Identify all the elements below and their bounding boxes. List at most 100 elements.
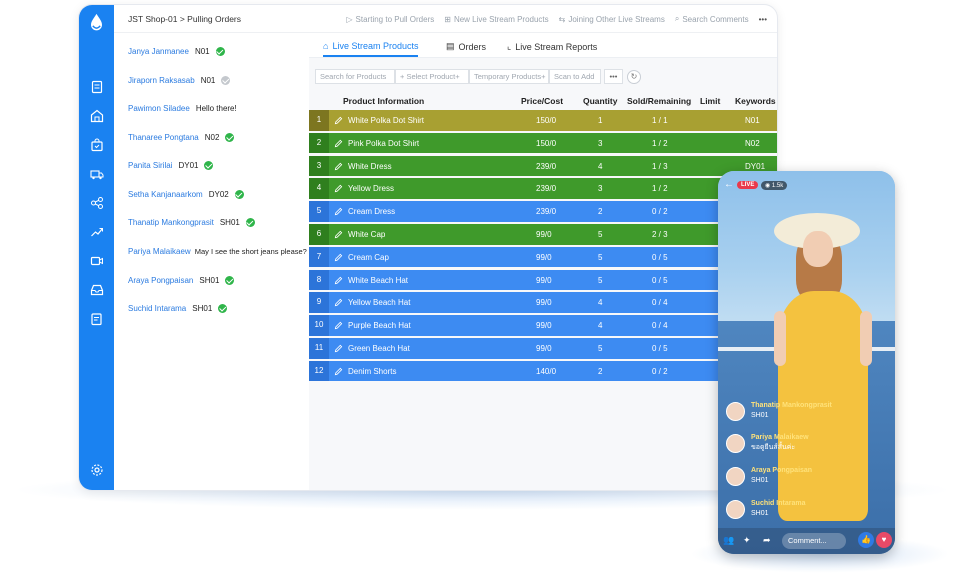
commenter-name: Janya Janmanee [128,47,189,56]
edit-note-icon[interactable] [88,312,105,329]
table-row[interactable]: 1 White Polka Dot Shirt 150/0 1 1 / 1 N01 [309,110,777,131]
refresh-icon[interactable]: ↻ [627,70,641,84]
list-item[interactable]: Suchid Intarama SH01 [128,304,228,313]
price-cost: 99/0 [536,344,552,353]
edit-pen-icon[interactable] [334,139,343,150]
edit-pen-icon[interactable] [334,116,343,127]
sparkle-icon[interactable]: ✦ [743,535,751,546]
product-name: White Dress [348,161,392,171]
comment-text: N01 [200,76,216,85]
row-number: 10 [309,315,329,336]
search-comments-button[interactable]: ⌕ Search Comments [675,14,749,24]
price-cost: 150/0 [536,116,557,125]
edit-pen-icon[interactable] [334,344,343,355]
temporary-products-button[interactable]: Temporary Products+ [469,69,549,84]
share-arrow-icon[interactable]: ➦ [763,535,771,546]
document-icon[interactable] [88,80,105,97]
edit-pen-icon[interactable] [334,207,343,218]
table-row[interactable]: 12 Denim Shorts 140/0 2 0 / 2 [309,360,777,382]
thumbs-up-icon[interactable]: 👍 [858,532,874,548]
table-row[interactable]: 6 White Cap 99/0 5 2 / 3 [309,224,777,245]
avatar [726,433,745,453]
product-name: Cream Cap [348,252,389,262]
edit-pen-icon[interactable] [334,367,343,378]
edit-pen-icon[interactable] [334,253,343,264]
phone-bottom-bar: 👥 ✦ ➦ Comment... 👍 ♥ [718,528,895,554]
comment-list: Janya Janmanee N01 Jiraporn Raksasab N01 P… [114,33,309,490]
trend-icon[interactable] [88,225,105,242]
table-row[interactable]: 9 Yellow Beach Hat 99/0 4 0 / 4 [309,292,777,313]
edit-pen-icon[interactable] [334,230,343,241]
table-row[interactable]: 2 Pink Polka Dot Shirt 150/0 3 1 / 2 N02 [309,132,777,154]
model-arm [860,311,872,366]
col-limit: Limit [700,96,721,106]
new-live-products-button[interactable]: ⊞ New Live Stream Products [444,14,548,24]
inbox-icon[interactable] [88,283,105,300]
price-cost: 99/0 [536,252,552,262]
edit-pen-icon[interactable] [334,184,343,195]
bag-icon[interactable] [88,138,105,155]
check-icon [234,190,244,199]
toolbar-more-button[interactable]: ••• [604,69,623,84]
tab-orders[interactable]: ▤ Orders [446,41,486,52]
breadcrumb: JST Shop-01 > Pulling Orders [128,14,241,24]
store-icon[interactable] [88,109,105,126]
video-icon[interactable] [88,254,105,271]
join-live-streams-label: Joining Other Live Streams [568,14,665,24]
col-price-cost: Price/Cost [521,96,564,106]
list-item[interactable]: Araya Pongpaisan SH01 [128,276,235,285]
edit-pen-icon[interactable] [334,298,343,309]
select-product-button[interactable]: + Select Product+ [395,69,469,84]
quantity: 5 [598,344,603,353]
list-item[interactable]: Thanaree Pongtana N02 [128,133,235,142]
tab-live-stream-reports[interactable]: ⌞ Live Stream Reports [507,41,597,52]
list-item[interactable]: Janya Janmanee N01 [128,47,225,56]
model-arm [774,311,786,366]
product-name: Purple Beach Hat [348,321,411,331]
table-row[interactable]: 3 White Dress 239/0 4 1 / 3 DY01 [309,155,777,177]
list-item[interactable]: Pawimon Siladee Hello there! [128,104,237,113]
start-pull-orders-button[interactable]: ▷ Starting to Pull Orders [346,14,434,24]
comment-text: N01 [194,47,210,56]
list-item[interactable]: Panita Sirilai DY01 [128,161,214,170]
people-icon[interactable]: 👥 [723,535,734,546]
more-button[interactable]: ••• [759,14,767,24]
edit-pen-icon[interactable] [334,162,343,173]
table-row[interactable]: 10 Purple Beach Hat 99/0 4 0 / 4 [309,315,777,336]
price-cost: 99/0 [536,275,552,285]
list-item[interactable]: Pariya Malaikaew May I see the short jean… [128,247,307,256]
table-row[interactable]: 8 White Beach Hat 99/0 5 0 / 5 [309,269,777,291]
col-keywords: Keywords [735,96,776,106]
sold-remaining: 0 / 4 [652,298,668,308]
top-bar: JST Shop-01 > Pulling Orders ▷ Starting t… [114,5,777,33]
row-number: 12 [309,360,329,382]
list-item[interactable]: Setha Kanjanaarkom DY02 [128,190,244,199]
table-row[interactable]: 4 Yellow Dress 239/0 3 1 / 2 [309,178,777,199]
search-products-input[interactable]: Search for Products [315,69,395,84]
table-row[interactable]: 7 Cream Cap 99/0 5 0 / 5 [309,246,777,268]
quantity: 3 [598,138,603,148]
live-comment-text: SH01 [751,477,769,484]
edit-pen-icon[interactable] [334,276,343,287]
live-comment: Suchid Intarama SH01 [726,499,805,519]
comment-input[interactable]: Comment... [782,533,846,549]
list-item[interactable]: Thanatip Mankongprasit SH01 [128,218,255,227]
price-cost: 99/0 [536,321,552,331]
settings-gear-icon[interactable] [88,463,105,480]
sold-remaining: 1 / 2 [652,138,668,148]
check-icon [245,218,255,227]
table-row[interactable]: 11 Green Beach Hat 99/0 5 0 / 5 [309,338,777,359]
list-item[interactable]: Jiraporn Raksasab N01 [128,76,231,85]
truck-icon[interactable] [88,167,105,184]
commenter-name: Jiraporn Raksasab [128,76,195,85]
join-live-streams-button[interactable]: ⇆ Joining Other Live Streams [559,14,665,24]
tab-live-stream-products[interactable]: ⌂ Live Stream Products [323,41,419,57]
row-number: 3 [309,155,329,177]
scan-to-add-button[interactable]: Scan to Add [549,69,601,84]
table-row[interactable]: 5 Cream Dress 239/0 2 0 / 2 [309,201,777,222]
back-arrow-icon[interactable]: ← [724,179,734,190]
heart-icon[interactable]: ♥ [876,532,892,548]
edit-pen-icon[interactable] [334,321,343,332]
product-name: Yellow Dress [348,184,394,194]
share-icon[interactable] [88,196,105,213]
